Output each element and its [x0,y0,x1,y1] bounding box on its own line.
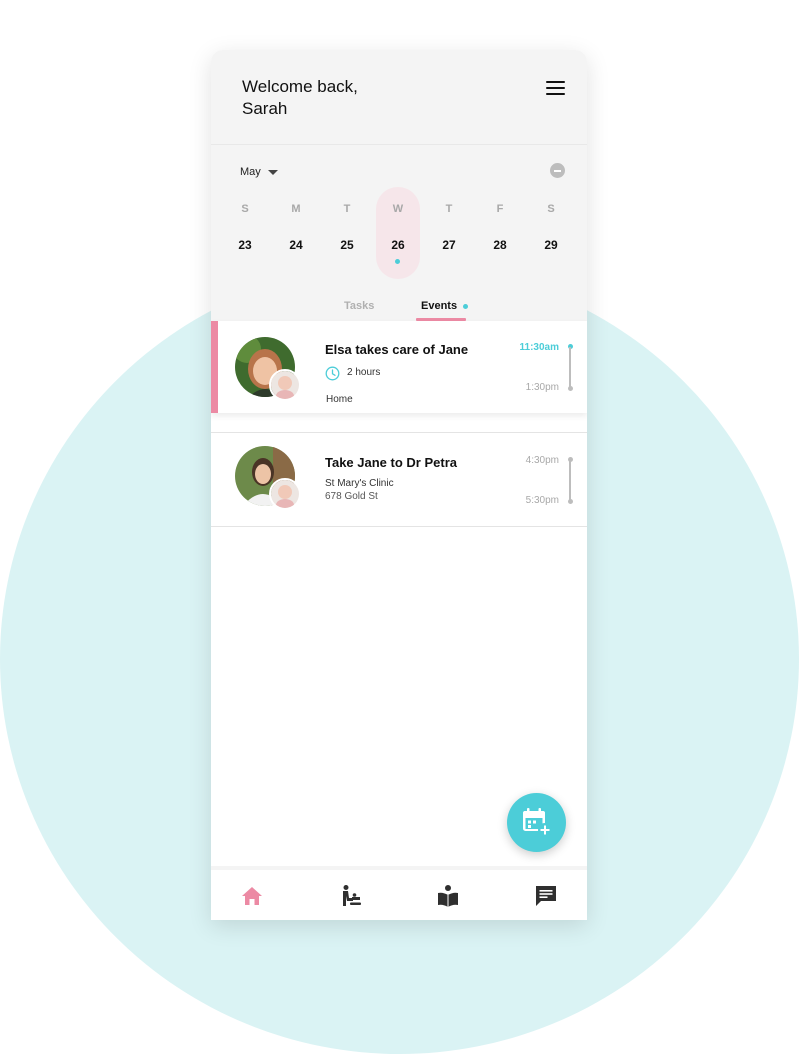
tab-tasks[interactable]: Tasks [344,300,374,321]
collapse-calendar-icon[interactable] [550,163,565,178]
nav-home[interactable] [234,878,270,914]
month-label: May [240,166,261,178]
day-letter: T [445,203,453,215]
event-location: Home [326,394,353,405]
timeline-end-dot [568,386,573,391]
day-letter: M [291,203,301,215]
tab-events-label: Events [421,300,458,312]
reading-book-icon [438,885,458,907]
day-number: 29 [544,238,558,252]
tab-events[interactable]: Events [416,300,468,321]
clock-icon [325,366,340,381]
day-number: 27 [442,238,456,252]
event-duration: 2 hours [347,367,381,378]
week-calendar: May S 23 M 24 T 25 W 26 T 27 F 28 S 29 [211,145,587,321]
app-header: Welcome back, Sarah [211,50,587,145]
bottom-navigation [211,866,587,920]
day-letter: S [547,203,555,215]
month-dropdown[interactable]: May [240,164,278,180]
event-card[interactable]: Elsa takes care of Jane 2 hours Home 11:… [211,321,587,413]
day-number: 28 [493,238,507,252]
timeline-line [569,460,571,500]
event-end-time: 1:30pm [525,382,559,393]
event-indicator-dot [395,259,400,264]
day-saturday[interactable]: S 29 [529,187,573,279]
day-thursday[interactable]: T 27 [427,187,471,279]
new-indicator-dot [463,304,468,309]
nav-learn[interactable] [430,878,466,914]
home-icon [242,887,262,905]
event-place: St Mary's Clinic [325,478,394,489]
welcome-line: Welcome back, [242,77,358,96]
day-tuesday[interactable]: T 25 [325,187,369,279]
timeline-line [569,347,571,388]
day-number: 25 [340,238,354,252]
event-title: Take Jane to Dr Petra [325,455,457,470]
baby-changing-icon [343,885,361,906]
day-number: 23 [238,238,252,252]
phone-screen: Welcome back, Sarah May S 23 M 24 T 25 W… [211,50,587,920]
day-letter: F [496,203,504,215]
day-wednesday-selected[interactable]: W 26 [376,187,420,279]
event-address: 678 Gold St [325,491,378,502]
day-number: 24 [289,238,303,252]
event-end-time: 5:30pm [525,495,559,506]
child-avatar [269,369,301,401]
user-name: Sarah [242,99,288,118]
add-event-button[interactable] [507,793,566,852]
chat-icon [536,886,556,906]
welcome-heading: Welcome back, Sarah [242,76,442,120]
event-title: Elsa takes care of Jane [325,342,469,357]
day-letter: T [343,203,351,215]
event-start-time: 11:30am [519,342,559,353]
hamburger-menu-icon[interactable] [546,80,566,96]
chevron-down-icon [267,169,278,175]
active-event-accent [211,321,218,413]
day-sunday[interactable]: S 23 [223,187,267,279]
event-start-time: 4:30pm [525,455,559,466]
day-letter: W [392,203,404,215]
day-letter: S [241,203,249,215]
calendar-add-icon [523,808,552,837]
child-avatar [269,478,301,510]
timeline-end-dot [568,499,573,504]
day-friday[interactable]: F 28 [478,187,522,279]
nav-messages[interactable] [528,878,564,914]
event-card[interactable]: Take Jane to Dr Petra St Mary's Clinic 6… [211,432,587,527]
day-monday[interactable]: M 24 [274,187,318,279]
nav-baby-care[interactable] [332,878,368,914]
day-number: 26 [391,238,405,252]
